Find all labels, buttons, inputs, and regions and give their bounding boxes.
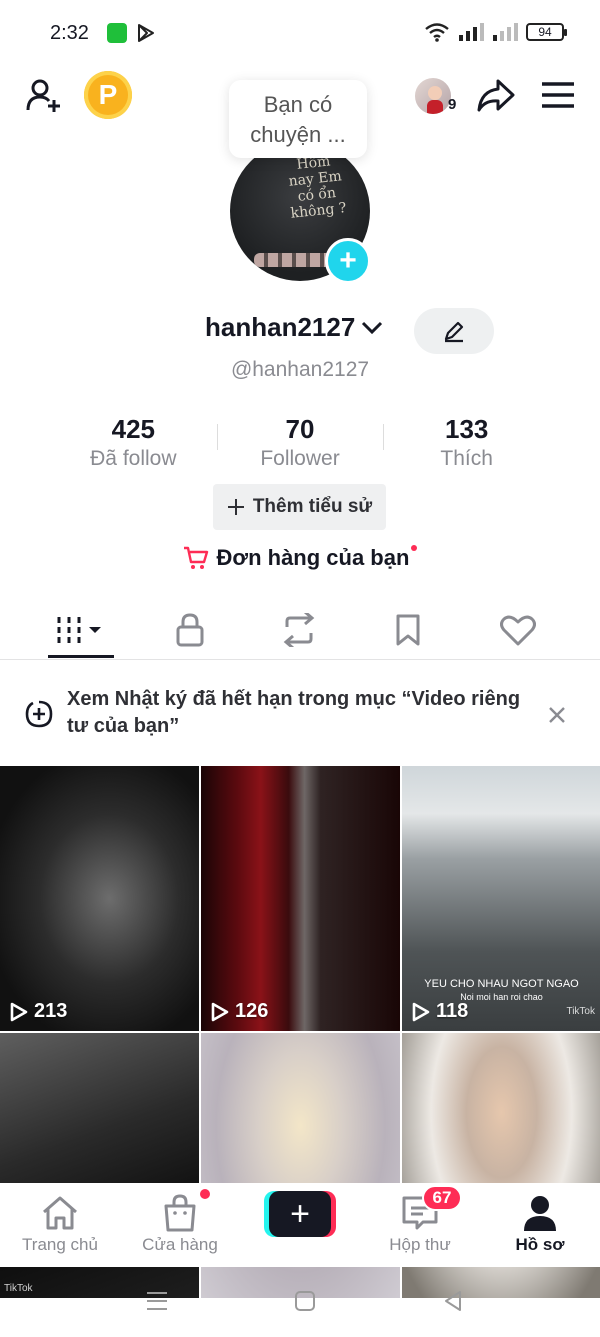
add-story-button[interactable]: + xyxy=(325,238,371,284)
caption-line: YEU CHO NHAU NGOT NGAO xyxy=(424,978,579,990)
nav-profile[interactable]: Hồ sơ xyxy=(480,1191,600,1255)
edit-profile-button[interactable] xyxy=(414,308,494,354)
lock-icon xyxy=(176,613,204,647)
nav-home-label: Trang chủ xyxy=(22,1235,98,1254)
video-thumbnail[interactable]: 213 xyxy=(0,766,199,1031)
grid-filter-icon xyxy=(57,617,101,643)
tab-saved[interactable] xyxy=(353,600,463,660)
orders-dot xyxy=(411,545,418,551)
profile-tabs xyxy=(0,600,600,660)
orders-label: Đơn hàng của bạn xyxy=(216,545,410,570)
note-bubble[interactable]: Bạn có chuyện ... xyxy=(229,80,367,158)
coin-icon: P xyxy=(84,71,132,119)
plus-icon xyxy=(227,499,244,515)
status-right: 94 xyxy=(424,22,567,42)
home-icon xyxy=(43,1196,77,1230)
tab-private[interactable] xyxy=(135,600,245,660)
home-system-icon[interactable] xyxy=(294,1290,316,1312)
app-notification-icon xyxy=(107,23,127,43)
friends-avatar-button[interactable] xyxy=(413,76,453,116)
nav-home[interactable]: Trang chủ xyxy=(0,1191,120,1255)
battery-icon: 94 xyxy=(526,23,567,41)
plus-icon: + xyxy=(339,244,357,277)
back-icon[interactable] xyxy=(442,1290,464,1312)
profile-stats: 425 Đã follow 70 Follower 133 Thích xyxy=(50,412,550,472)
close-icon xyxy=(549,707,565,723)
user-handle: @hanhan2127 xyxy=(230,358,370,381)
inbox-badge: 67 xyxy=(422,1185,462,1211)
play-store-icon xyxy=(138,24,154,42)
orders-link[interactable]: Đơn hàng của bạn xyxy=(0,545,600,571)
username: hanhan2127 xyxy=(205,312,356,342)
signal-icon-2 xyxy=(493,23,518,41)
tab-videos[interactable] xyxy=(26,600,136,660)
add-friend-button[interactable] xyxy=(22,74,66,118)
recent-apps-icon[interactable] xyxy=(146,1290,168,1312)
nav-inbox[interactable]: Hộp thư xyxy=(360,1191,480,1255)
stat-followers[interactable]: 70 Follower xyxy=(216,412,384,472)
view-count: 118 xyxy=(412,1000,468,1023)
signal-icon xyxy=(459,23,484,41)
story-add-icon xyxy=(25,700,53,728)
play-icon xyxy=(211,1002,229,1021)
avatar-chalk-text: Hôm nay Em có ổn không ? xyxy=(287,153,348,222)
shopping-bag-icon xyxy=(164,1194,196,1232)
nav-inbox-label: Hộp thư xyxy=(389,1235,451,1254)
nav-profile-label: Hồ sơ xyxy=(515,1235,565,1254)
username-row[interactable]: hanhan2127 xyxy=(205,312,383,343)
view-count-value: 118 xyxy=(436,1000,469,1022)
add-bio-label: Thêm tiểu sử xyxy=(252,496,373,517)
profile-icon xyxy=(524,1196,556,1231)
view-count-value: 213 xyxy=(34,1000,68,1022)
friends-count: 9 xyxy=(448,96,457,113)
tab-liked[interactable] xyxy=(463,600,573,660)
heart-icon xyxy=(500,615,536,646)
stat-value: 425 xyxy=(111,414,156,444)
nav-shop[interactable]: Cửa hàng xyxy=(120,1191,240,1255)
view-count-value: 126 xyxy=(235,1000,269,1022)
system-nav-bar xyxy=(0,1270,600,1337)
coin-button[interactable]: P xyxy=(84,71,132,119)
video-thumbnail[interactable]: YEU CHO NHAU NGOT NGAO Noi moi han roi c… xyxy=(402,766,600,1031)
nav-shop-label: Cửa hàng xyxy=(142,1235,218,1254)
add-user-icon xyxy=(26,79,60,112)
diary-notice[interactable]: Xem Nhật ký đã hết hạn trong mục “Video … xyxy=(0,672,600,756)
bookmark-icon xyxy=(396,614,420,646)
create-button[interactable]: + xyxy=(264,1191,336,1237)
add-bio-button[interactable]: Thêm tiểu sử xyxy=(213,484,386,530)
wifi-icon xyxy=(425,23,449,42)
close-notice-button[interactable] xyxy=(548,702,566,728)
status-bar: 2:32 94 xyxy=(0,0,600,68)
view-count: 126 xyxy=(211,1000,268,1023)
pencil-icon xyxy=(444,321,464,343)
play-icon xyxy=(412,1002,430,1021)
repost-icon xyxy=(283,613,315,647)
menu-button[interactable] xyxy=(538,76,578,114)
chevron-down-icon xyxy=(362,321,383,334)
plus-icon: + xyxy=(269,1191,331,1237)
status-time: 2:32 xyxy=(50,22,89,44)
share-profile-button[interactable] xyxy=(474,74,518,118)
stat-following[interactable]: 425 Đã follow xyxy=(50,412,217,472)
play-icon xyxy=(10,1002,28,1021)
notice-text: Xem Nhật ký đã hết hạn trong mục “Video … xyxy=(67,688,521,737)
share-icon xyxy=(477,79,515,112)
stat-value: 133 xyxy=(444,414,489,444)
bottom-nav: Trang chủ Cửa hàng + Hộp thư Hồ sơ xyxy=(0,1183,600,1267)
stat-label: Thích xyxy=(440,447,493,470)
view-count: 213 xyxy=(10,1000,67,1023)
stat-label: Đã follow xyxy=(90,447,177,470)
stat-value: 70 xyxy=(285,414,315,444)
stat-likes[interactable]: 133 Thích xyxy=(383,412,550,472)
tab-reposts[interactable] xyxy=(244,600,354,660)
shop-notification-dot xyxy=(198,1187,212,1201)
cart-icon xyxy=(183,546,208,569)
friend-avatar xyxy=(413,76,453,116)
tiktok-watermark: TikTok xyxy=(566,1006,595,1017)
hamburger-icon xyxy=(542,82,574,108)
stat-label: Follower xyxy=(260,447,340,470)
video-thumbnail[interactable]: 126 xyxy=(201,766,400,1031)
